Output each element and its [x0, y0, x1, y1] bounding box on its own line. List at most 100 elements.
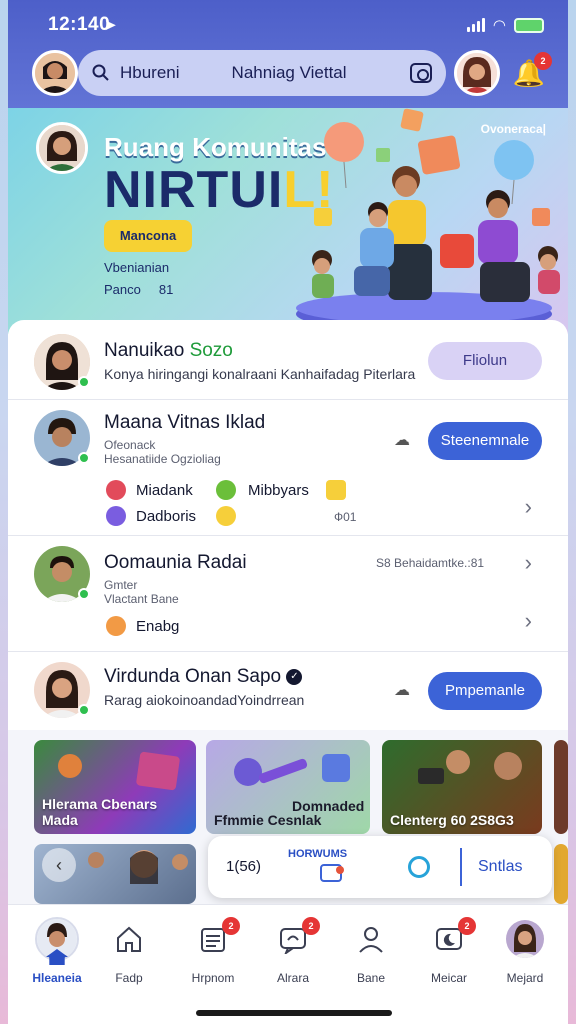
chat-line-2: Vlactant Bane — [104, 592, 179, 606]
emoji-icon — [326, 480, 346, 500]
card-illustration — [88, 850, 188, 884]
hero-meta-1: Panco — [104, 282, 141, 297]
signal-icon — [466, 18, 485, 32]
friend-avatar[interactable] — [454, 50, 500, 96]
wifi-icon: ◠ — [492, 17, 506, 34]
chat-row[interactable]: Virdunda Onan Sapo ✓ Rarag aiokoinoandad… — [8, 652, 568, 730]
notification-badge: 2 — [534, 52, 552, 70]
chat-row[interactable]: Maana Vitnas Iklad Ofeonack Hesanatiide … — [8, 400, 568, 536]
chat-name: Maana Vitnas Iklad — [104, 412, 266, 433]
card-illustration — [58, 751, 180, 791]
media-card-partial[interactable] — [554, 740, 568, 834]
media-card-label-2: Domnaded — [292, 798, 365, 814]
hero-illustration — [296, 108, 560, 332]
record-dot-icon — [336, 866, 344, 874]
hero-cta-button[interactable]: Mancona — [104, 220, 192, 252]
location-icon: ➤ — [104, 17, 117, 34]
cloud-icon[interactable]: ☁ — [394, 430, 416, 449]
search-icon — [92, 64, 109, 81]
chat-list: Nanuikao Sozo Konya hiringangi konalraan… — [8, 320, 568, 730]
tab-alerts[interactable]: 2 Alrara — [258, 917, 328, 985]
online-indicator — [78, 452, 90, 464]
back-arrow-icon[interactable]: ‹ — [42, 848, 76, 882]
tab-badge: 2 — [458, 917, 476, 935]
reaction-icon — [106, 480, 126, 500]
chat-name-text: Virdunda Onan Sapo — [104, 666, 282, 687]
chat-line-1: Gmter — [104, 578, 138, 592]
status-indicators: ◠ — [466, 16, 544, 34]
circle-play-icon[interactable] — [408, 856, 430, 878]
player-divider — [460, 848, 462, 886]
tab-home[interactable]: Hleaneia — [22, 917, 92, 985]
hero-meta-2: 81 — [158, 282, 174, 297]
chat-row[interactable]: Oomaunia Radai Gmter Vlactant Bane S8 Be… — [8, 536, 568, 652]
join-button[interactable]: Pmpemanle — [428, 672, 542, 710]
chevron-right-icon[interactable]: › — [525, 494, 532, 520]
verified-icon: ✓ — [286, 668, 303, 685]
chevron-right-icon[interactable]: › — [525, 608, 532, 634]
tab-label: Hleaneia — [32, 971, 82, 985]
top-bar: 12:140 ➤ ◠ Hbureni Nahniag Viettal 🔔 2 — [8, 0, 568, 108]
tab-account[interactable]: Mejard — [490, 919, 560, 985]
follow-button[interactable]: Fliolun — [428, 342, 542, 380]
chat-name: Virdunda Onan Sapo ✓ — [104, 666, 303, 688]
reaction-icon — [106, 506, 126, 526]
player-action[interactable]: Sntlas — [478, 858, 522, 876]
media-card-partial[interactable] — [554, 844, 568, 904]
home-indicator[interactable] — [196, 1010, 392, 1016]
notifications-button[interactable]: 🔔 2 — [510, 52, 552, 92]
chat-name-text: Nanuikao — [104, 340, 185, 361]
media-card[interactable]: Hlerama Cbenars Mada — [34, 740, 196, 834]
media-card-label: Hlerama Cbenars Mada — [42, 796, 158, 828]
reaction-label: Dadboris — [136, 508, 197, 525]
hero-avatar — [36, 122, 88, 174]
card-illustration — [418, 750, 522, 784]
chat-name: Nanuikao Sozo — [104, 340, 233, 362]
chat-timestamp: S8 Behaidamtke.:81 — [376, 556, 485, 570]
online-indicator — [78, 588, 90, 600]
player-time: 1(56) — [226, 858, 262, 875]
reaction-icon — [216, 480, 236, 500]
media-card[interactable]: Clenterg 60 2S8G3 — [382, 740, 542, 834]
online-indicator — [78, 376, 90, 388]
hero-meta: Panco 81 — [104, 282, 173, 297]
chevron-right-icon[interactable]: › — [525, 550, 532, 576]
chat-message: Rarag aiokoinoandadYoindrrean — [104, 692, 305, 708]
cloud-icon[interactable]: ☁ — [394, 680, 416, 699]
search-bar[interactable]: Hbureni Nahniag Viettal — [78, 50, 446, 96]
reaction-count: Ф01 — [334, 510, 357, 524]
tab-badge: 2 — [302, 917, 320, 935]
chat-line-2: Hesanatiide Ogzioliag — [104, 452, 221, 466]
chat-line-1: Ofeonack — [104, 438, 156, 452]
join-button[interactable]: Steenemnale — [428, 422, 542, 460]
tab-label: Hrpnom — [191, 971, 235, 985]
media-card-label: Ffmmie Cesnlak — [214, 812, 322, 828]
tab-news[interactable]: 2 Hrpnom — [178, 917, 248, 985]
app-screen: 12:140 ➤ ◠ Hbureni Nahniag Viettal 🔔 2 R… — [8, 0, 568, 1024]
status-time: 12:140 — [48, 14, 111, 35]
chat-name: Oomaunia Radai — [104, 552, 247, 573]
media-card-label: Clenterg 60 2S8G3 — [390, 812, 514, 828]
emoji-icon — [216, 506, 236, 526]
tab-label: Mejard — [506, 971, 544, 985]
reaction-label: Miadank — [136, 482, 193, 499]
house-icon — [117, 926, 141, 952]
tab-label: Fadp — [115, 971, 143, 985]
tab-media[interactable]: 2 Meicar — [414, 917, 484, 985]
camera-icon[interactable] — [410, 63, 432, 83]
reaction-label: Mibbyars — [248, 482, 309, 499]
chat-row[interactable]: Nanuikao Sozo Konya hiringangi konalraan… — [8, 320, 568, 400]
search-input[interactable]: Hbureni — [120, 63, 180, 83]
mini-player[interactable]: 1(56) HORWUMS Sntlas — [208, 836, 552, 898]
tab-profile[interactable]: Bane — [336, 919, 406, 985]
media-card[interactable]: Ffmmie Cesnlak Domnaded — [206, 740, 370, 834]
player-title: HORWUMS — [288, 848, 348, 860]
search-title: Nahniag Viettal — [231, 63, 347, 82]
online-indicator — [78, 704, 90, 716]
person-icon — [359, 927, 383, 953]
hero-banner[interactable]: Ruang Komunitas NIRTUIL! Mancona Vbenian… — [8, 108, 568, 334]
tab-feed[interactable]: Fadp — [94, 919, 164, 985]
profile-avatar[interactable] — [32, 50, 78, 96]
tab-label: Bane — [356, 971, 386, 985]
tab-label: Meicar — [430, 971, 467, 985]
